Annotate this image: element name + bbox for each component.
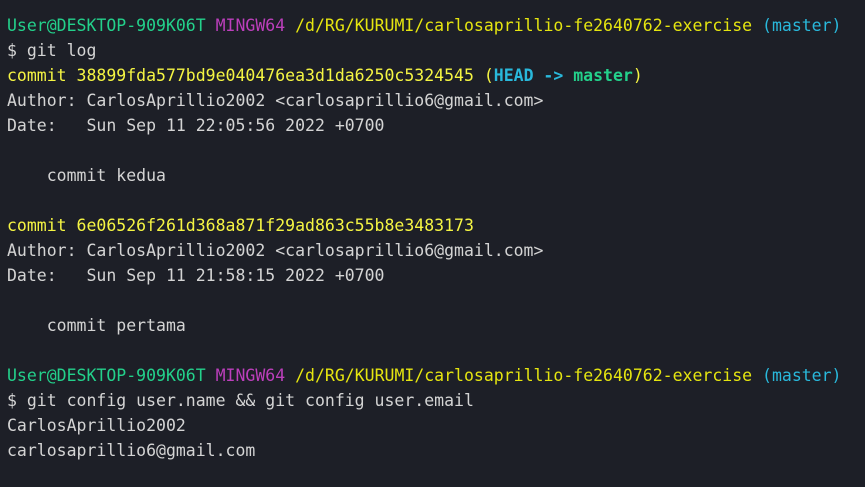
prompt-line: User@DESKTOP-909K06T MINGW64 /d/RG/KURUM… [7,13,865,38]
terminal-window[interactable]: User@DESKTOP-909K06T MINGW64 /d/RG/KURUM… [0,0,865,487]
branch-ref: master [573,66,633,85]
ref-open: ( [483,66,494,85]
commit-hash: commit 6e06526f261d368a871f29ad863c55b8e… [7,216,474,235]
prompt-branch: (master) [762,366,842,385]
commit-message: commit pertama [7,316,186,335]
output-line: carlosaprillio6@gmail.com [7,441,256,460]
command-line: $ git log [7,41,97,60]
commit-hash-line: commit 38899fda577bd9e040476ea3d1da6250c… [7,63,865,88]
prompt-path: /d/RG/KURUMI/carlosaprillio-fe2640762-ex… [295,16,753,35]
prompt-path: /d/RG/KURUMI/carlosaprillio-fe2640762-ex… [295,366,753,385]
prompt-line: User@DESKTOP-909K06T MINGW64 /d/RG/KURUM… [7,363,865,388]
ref-close: ) [632,66,643,85]
prompt-user-host: User@DESKTOP-909K06T [7,366,206,385]
head-ref: HEAD -> [493,66,564,85]
prompt-branch: (master) [762,16,842,35]
commit-message: commit kedua [7,166,166,185]
commit-date: Date: Sun Sep 11 22:05:56 2022 +0700 [7,116,385,135]
prompt-user-host: User@DESKTOP-909K06T [7,16,206,35]
command-line: $ git config user.name && git config use… [7,391,474,410]
commit-author: Author: CarlosAprillio2002 <carlosaprill… [7,241,544,260]
commit-date: Date: Sun Sep 11 21:58:15 2022 +0700 [7,266,385,285]
output-line: CarlosAprillio2002 [7,416,186,435]
prompt-env: MINGW64 [215,16,286,35]
commit-hash: commit 38899fda577bd9e040476ea3d1da6250c… [7,66,474,85]
prompt-env: MINGW64 [215,366,286,385]
commit-author: Author: CarlosAprillio2002 <carlosaprill… [7,91,544,110]
